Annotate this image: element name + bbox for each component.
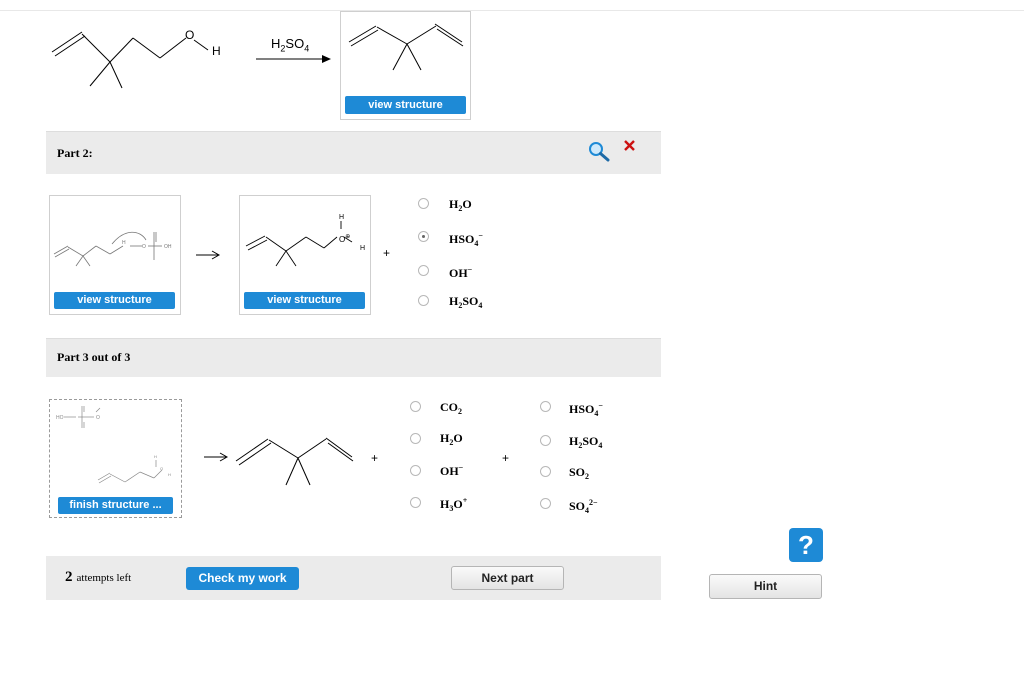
- part3-left-option-h2o-label: H2O: [440, 431, 463, 447]
- part3-alkene-structure: [235, 437, 354, 486]
- part2-header-bar: Part 2:: [46, 131, 661, 174]
- part2-arrow: [196, 250, 221, 260]
- part3-left-option-h2o-radio[interactable]: [410, 433, 421, 444]
- part2-plus: +: [383, 246, 391, 260]
- footer-bar: 2 attempts left Check my work Next part: [46, 556, 661, 600]
- part3-right-option-so4-label: SO42−: [569, 498, 598, 515]
- svg-text:O: O: [96, 415, 100, 421]
- part3-header-bar: Part 3 out of 3: [46, 338, 661, 377]
- check-my-work-button[interactable]: Check my work: [186, 567, 299, 590]
- part3-left-option-oh-label: OH−: [440, 463, 464, 478]
- next-part-button[interactable]: Next part: [451, 566, 564, 590]
- svg-text:O: O: [142, 244, 146, 250]
- help-icon[interactable]: ?: [789, 528, 823, 562]
- top-divider: [0, 10, 1024, 11]
- part2-option-h2so4-label: H2SO4: [449, 294, 483, 310]
- part3-right-option-hso4-radio[interactable]: [540, 401, 551, 412]
- part3-plus-2: +: [502, 451, 510, 465]
- attempts-text: attempts left: [76, 572, 132, 584]
- reagent-label: H2SO4: [271, 36, 310, 54]
- part2-option-h2o-radio[interactable]: [418, 198, 429, 209]
- part3-right-option-so2-radio[interactable]: [540, 466, 551, 477]
- reactant-oxygen-label: O: [185, 28, 195, 42]
- svg-text:H: H: [122, 240, 126, 246]
- view-structure-button-part1[interactable]: view structure: [345, 96, 466, 114]
- close-icon[interactable]: [624, 140, 636, 152]
- part2-option-hso4-label: HSO4−: [449, 231, 483, 248]
- part2-option-oh-radio[interactable]: [418, 265, 429, 276]
- part3-right-option-so2-label: SO2: [569, 465, 590, 481]
- part3-structure-box[interactable]: HO O H O H finish structure ...: [49, 399, 182, 518]
- part2-product-box[interactable]: H O⊕ H view structure: [239, 195, 371, 315]
- part2-option-h2o-label: H2O: [449, 197, 472, 213]
- attempts-number: 2: [65, 569, 73, 585]
- part2-option-oh-label: OH−: [449, 265, 473, 280]
- attempts-left: 2 attempts left: [65, 568, 131, 586]
- reaction-arrow: [256, 55, 331, 63]
- part2-reactant-structure: H O OH: [53, 231, 172, 267]
- product-h-top-label: H: [339, 214, 345, 221]
- part3-right-option-so4-radio[interactable]: [540, 498, 551, 509]
- product-structure-box-part1[interactable]: view structure: [340, 11, 471, 120]
- part3-left-option-co2-radio[interactable]: [410, 401, 421, 412]
- part3-left-option-h3o-label: H3O+: [440, 496, 468, 513]
- reactant-structure: [51, 31, 209, 89]
- part3-left-option-h3o-radio[interactable]: [410, 497, 421, 508]
- svg-text:O: O: [160, 466, 163, 471]
- part2-reactant-box[interactable]: H O OH view structure: [49, 195, 181, 315]
- product-structure: [348, 23, 464, 71]
- part2-option-hso4-radio[interactable]: [418, 231, 429, 242]
- view-structure-button-part2-left[interactable]: view structure: [54, 292, 175, 309]
- part3-plus-1: +: [371, 451, 379, 465]
- part3-right-option-h2so4-label: H2SO4: [569, 434, 603, 450]
- part3-arrow: [204, 452, 229, 462]
- part3-label: Part 3 out of 3: [57, 350, 131, 364]
- part3-left-option-oh-radio[interactable]: [410, 465, 421, 476]
- product-o-label: O⊕: [339, 234, 351, 244]
- part2-product-structure: [245, 221, 353, 267]
- finish-structure-button[interactable]: finish structure ...: [58, 497, 173, 514]
- part3-right-option-h2so4-radio[interactable]: [540, 435, 551, 446]
- search-icon[interactable]: [588, 140, 610, 162]
- part2-option-h2so4-radio[interactable]: [418, 295, 429, 306]
- view-structure-button-part2-right[interactable]: view structure: [244, 292, 365, 309]
- reactant-hydrogen-label: H: [212, 44, 221, 58]
- product-h-right-label: H: [360, 245, 366, 252]
- part2-label: Part 2:: [57, 146, 93, 160]
- svg-text:H: H: [154, 454, 157, 459]
- part3-sketch-structure: HO O H O H: [56, 406, 171, 484]
- part3-left-option-co2-label: CO2: [440, 400, 462, 416]
- svg-text:HO: HO: [56, 415, 64, 421]
- svg-text:OH: OH: [164, 244, 172, 250]
- hint-button[interactable]: Hint: [709, 574, 822, 599]
- svg-text:H: H: [168, 472, 171, 477]
- part3-right-option-hso4-label: HSO4−: [569, 401, 603, 418]
